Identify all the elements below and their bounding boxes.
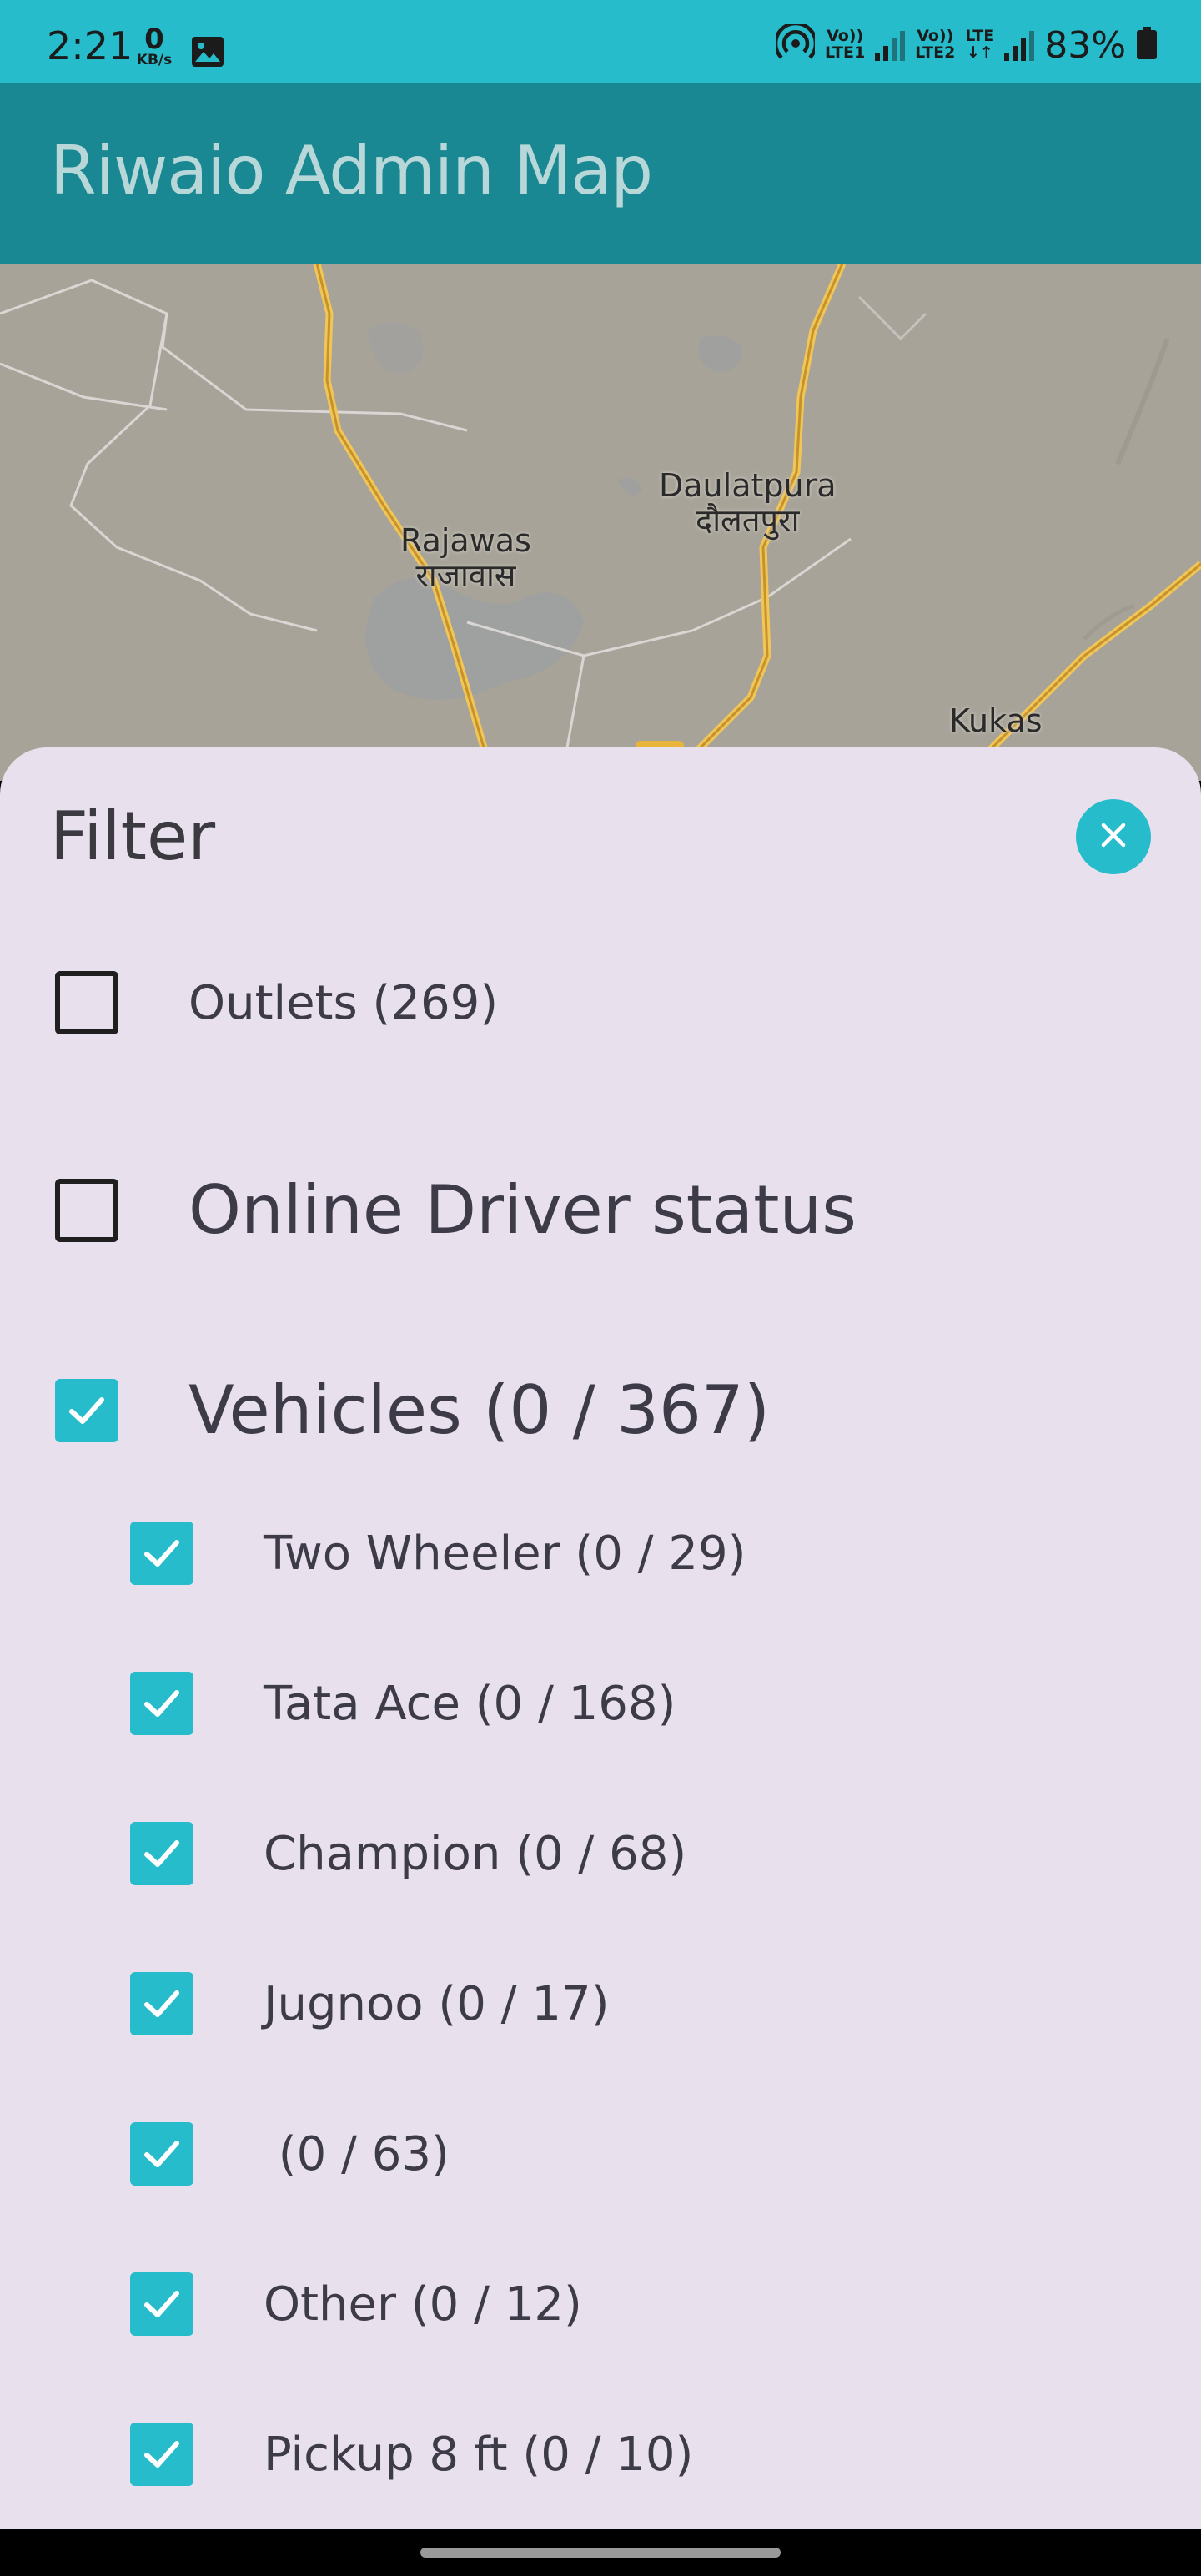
map-label-daulatpura: Daulatpura दौलतपुरा <box>659 467 837 539</box>
check-icon <box>144 2291 179 2317</box>
check-icon <box>144 2441 179 2468</box>
outlets-checkbox[interactable] <box>55 971 118 1034</box>
online-driver-checkbox[interactable] <box>55 1178 118 1242</box>
check-icon <box>144 1540 179 1567</box>
check-icon <box>144 1990 179 2017</box>
sim2-label: Vo)) LTE2 <box>915 28 955 62</box>
sim1-bottom: LTE1 <box>825 43 866 62</box>
vehicle-type-label: Two Wheeler (0 / 29) <box>264 1526 746 1581</box>
sim2-bottom: LTE2 <box>915 43 956 62</box>
vehicles-label: Vehicles (0 / 367) <box>188 1371 771 1449</box>
vehicles-checkbox[interactable] <box>55 1378 118 1442</box>
sim1-top: Vo)) <box>827 27 864 46</box>
vehicle-type-label: Champion (0 / 68) <box>264 1826 687 1881</box>
vehicle-type-row[interactable]: Other (0 / 12) <box>130 2272 582 2336</box>
online-driver-label: Online Driver status <box>188 1171 857 1249</box>
filter-row-vehicles[interactable]: Vehicles (0 / 367) <box>55 1371 770 1449</box>
filter-title: Filter <box>50 797 216 875</box>
sim2-top: Vo)) <box>917 27 954 46</box>
vehicle-type-checkbox[interactable] <box>130 2423 193 2486</box>
filter-sheet: Filter Outlets (269) Online Driver statu… <box>0 747 1201 2529</box>
check-icon <box>144 1690 179 1717</box>
close-icon <box>1097 818 1130 856</box>
filter-row-online-driver[interactable]: Online Driver status <box>55 1171 857 1249</box>
app-bar: Riwaio Admin Map <box>0 83 1201 264</box>
hotspot-icon <box>773 21 818 67</box>
map-label-line2: राजावास <box>415 556 516 594</box>
filter-row-outlets[interactable]: Outlets (269) <box>55 971 498 1034</box>
vehicle-type-checkbox[interactable] <box>130 2122 193 2186</box>
check-icon <box>69 1396 104 1424</box>
data-speed-value: 0 <box>144 23 164 56</box>
map-label-line1: Kukas <box>949 702 1043 739</box>
vehicle-type-checkbox[interactable] <box>130 2272 193 2336</box>
vehicle-type-label: Tata Ace (0 / 168) <box>264 1676 676 1731</box>
vehicle-type-row[interactable]: (0 / 63) <box>130 2122 450 2186</box>
signal-icon <box>1004 29 1035 61</box>
battery-icon <box>1136 26 1158 64</box>
gallery-icon <box>190 35 225 68</box>
app-title: Riwaio Admin Map <box>50 132 653 209</box>
vehicle-type-row[interactable]: Jugnoo (0 / 17) <box>130 1972 609 2035</box>
vehicle-type-checkbox[interactable] <box>130 1522 193 1585</box>
map-view[interactable]: Rajawas राजावास Daulatpura दौलतपुरा Kuka… <box>0 264 1201 781</box>
check-icon <box>144 2141 179 2167</box>
map-label-line2: दौलतपुरा <box>696 501 800 539</box>
vehicle-type-label: Jugnoo (0 / 17) <box>264 1976 610 2031</box>
network-type: LTE ↓↑ <box>965 28 994 62</box>
system-nav-bar <box>0 2529 1201 2576</box>
vehicle-type-row[interactable]: Pickup 8 ft (0 / 10) <box>130 2423 693 2486</box>
vehicle-type-checkbox[interactable] <box>130 1972 193 2035</box>
vehicle-type-checkbox[interactable] <box>130 1672 193 1735</box>
map-label-line1: Rajawas <box>400 522 531 559</box>
vehicle-type-label: Pickup 8 ft (0 / 10) <box>264 2427 694 2482</box>
signal-icon <box>875 29 906 61</box>
sim1-label: Vo)) LTE1 <box>825 28 865 62</box>
status-right-cluster: Vo)) LTE1 Vo)) LTE2 LTE ↓↑ 83% <box>773 20 1158 70</box>
data-arrows-icon: ↓↑ <box>966 43 993 62</box>
battery-percent: 83% <box>1044 23 1126 67</box>
vehicle-type-checkbox[interactable] <box>130 1822 193 1885</box>
vehicle-type-row[interactable]: Two Wheeler (0 / 29) <box>130 1522 746 1585</box>
vehicle-type-row[interactable]: Champion (0 / 68) <box>130 1822 686 1885</box>
check-icon <box>144 1840 179 1867</box>
outlets-label: Outlets (269) <box>188 975 499 1030</box>
data-speed: 0 KB/s <box>129 25 179 68</box>
vehicle-type-label: (0 / 63) <box>264 2126 450 2181</box>
data-speed-unit: KB/s <box>136 52 173 68</box>
status-time: 2:21 <box>47 23 133 68</box>
network-type-label: LTE <box>965 27 995 46</box>
map-label-rajawas: Rajawas राजावास <box>400 522 531 594</box>
map-label-kukas: Kukas <box>949 702 1043 739</box>
home-gesture-handle[interactable] <box>420 2548 781 2558</box>
vehicle-type-row[interactable]: Tata Ace (0 / 168) <box>130 1672 676 1735</box>
vehicle-type-label: Other (0 / 12) <box>264 2277 582 2332</box>
close-button[interactable] <box>1076 799 1151 874</box>
status-bar: 2:21 0 KB/s Vo)) LTE1 Vo)) LTE2 LTE ↓↑ 8… <box>0 0 1201 83</box>
map-label-line1: Daulatpura <box>659 467 837 504</box>
